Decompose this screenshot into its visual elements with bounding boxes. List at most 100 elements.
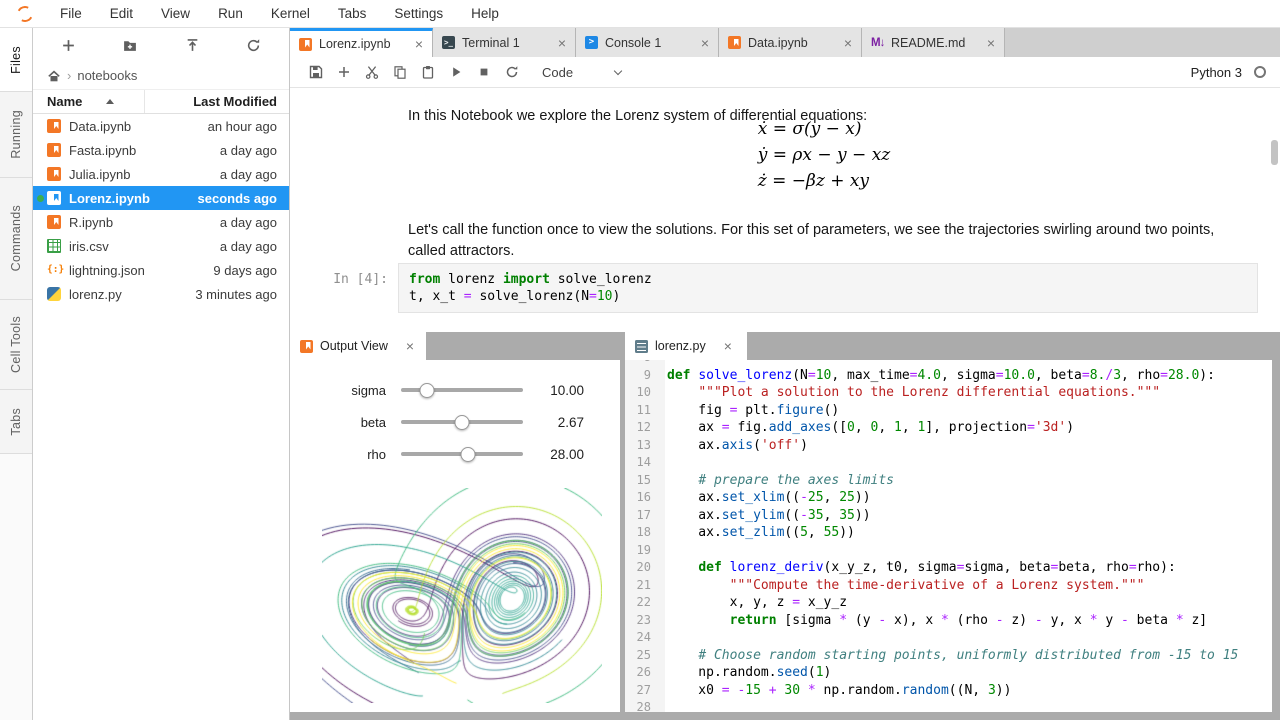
menu-item[interactable]: Settings xyxy=(380,6,457,21)
editor-line: 23 return [sigma * (y - x), x * (rho - z… xyxy=(625,612,1272,630)
slider-handle[interactable] xyxy=(461,447,476,462)
sidebar-tab[interactable]: Commands xyxy=(0,178,32,300)
main-tab[interactable]: Terminal 1 xyxy=(433,28,576,57)
file-row[interactable]: R.ipynb a day ago xyxy=(33,210,289,234)
file-row[interactable]: Lorenz.ipynb seconds ago xyxy=(33,186,289,210)
equation-line: ż = −βz + xy xyxy=(758,168,891,194)
menu-item[interactable]: Edit xyxy=(96,6,147,21)
file-browser-toolbar xyxy=(33,28,289,62)
file-type-icon xyxy=(47,167,61,181)
cell-type-dropdown[interactable]: Code xyxy=(542,65,621,80)
kernel-name[interactable]: Python 3 xyxy=(1191,65,1242,80)
line-code: ax.axis('off') xyxy=(658,437,808,455)
line-number: 17 xyxy=(625,507,658,525)
editor-line: 18 ax.set_zlim((5, 55)) xyxy=(625,524,1272,542)
line-number: 12 xyxy=(625,419,658,437)
file-type-icon xyxy=(47,191,61,205)
tab-close-icon[interactable] xyxy=(985,35,997,51)
editor-line: 17 ax.set_ylim((-35, 35)) xyxy=(625,507,1272,525)
copy-cells-button[interactable] xyxy=(386,59,414,85)
tab-close-icon[interactable] xyxy=(722,338,734,354)
slider-value: 2.67 xyxy=(523,415,584,430)
menu-item[interactable]: Run xyxy=(204,6,257,21)
editor-tab-lorenz-py[interactable]: lorenz.py xyxy=(625,332,747,360)
slider-handle[interactable] xyxy=(419,383,434,398)
chevron-down-icon xyxy=(614,66,622,74)
editor-tab-label: lorenz.py xyxy=(655,339,706,353)
new-folder-button[interactable] xyxy=(120,36,140,55)
file-row[interactable]: lorenz.py 3 minutes ago xyxy=(33,282,289,306)
menu-items: FileEditViewRunKernelTabsSettingsHelp xyxy=(46,0,513,27)
left-activity-bar: Files Running Commands Cell Tools Tabs xyxy=(0,28,33,720)
editor-line: 25 # Choose random starting points, unif… xyxy=(625,647,1272,665)
tab-label: Data.ipynb xyxy=(748,36,842,50)
menu-item[interactable]: Tabs xyxy=(324,6,381,21)
tab-close-icon[interactable] xyxy=(556,35,568,51)
line-number: 16 xyxy=(625,489,658,507)
new-launcher-button[interactable] xyxy=(59,36,78,55)
line-number: 21 xyxy=(625,577,658,595)
interrupt-kernel-button[interactable] xyxy=(470,59,498,85)
menu-item[interactable]: View xyxy=(147,6,204,21)
tab-label: Console 1 xyxy=(605,36,699,50)
tab-close-icon[interactable] xyxy=(842,35,854,51)
paste-cells-button[interactable] xyxy=(414,59,442,85)
tab-close-icon[interactable] xyxy=(413,36,425,52)
code-cell-editor[interactable]: from lorenz import solve_lorenzt, x_t = … xyxy=(398,263,1258,313)
file-list: Data.ipynb an hour ago Fasta.ipynb a day… xyxy=(33,114,289,306)
column-header-name[interactable]: Name xyxy=(33,90,145,113)
breadcrumb-separator-icon xyxy=(61,68,77,83)
file-row[interactable]: lightning.json 9 days ago xyxy=(33,258,289,282)
restart-kernel-button[interactable] xyxy=(498,59,526,85)
tab-label: README.md xyxy=(891,36,985,50)
slider-track[interactable] xyxy=(401,415,523,430)
sidebar-tab[interactable]: Cell Tools xyxy=(0,300,32,390)
slider-handle[interactable] xyxy=(455,415,470,430)
menu-item[interactable]: Help xyxy=(457,6,513,21)
cut-cells-button[interactable] xyxy=(358,59,386,85)
menu-item[interactable]: File xyxy=(46,6,96,21)
main-tab[interactable]: Lorenz.ipynb xyxy=(290,28,433,57)
line-code: np.random.seed(1) xyxy=(658,664,831,682)
line-number: 9 xyxy=(625,367,658,385)
file-row[interactable]: iris.csv a day ago xyxy=(33,234,289,258)
notebook-scrollbar-thumb[interactable] xyxy=(1271,140,1278,165)
output-view-tab[interactable]: Output View xyxy=(290,332,426,360)
sidebar-tab[interactable]: Tabs xyxy=(0,390,32,454)
line-number: 22 xyxy=(625,594,658,612)
tab-close-icon[interactable] xyxy=(699,35,711,51)
save-button[interactable] xyxy=(302,59,330,85)
tab-close-icon[interactable] xyxy=(404,338,416,354)
editor-line: 20 def lorenz_deriv(x_y_z, t0, sigma=sig… xyxy=(625,559,1272,577)
editor-line: 28 xyxy=(625,699,1272,712)
refresh-button[interactable] xyxy=(244,36,263,55)
equation-block: ẋ = σ(y − x)ẏ = ρx − y − xzż = −βz + xy xyxy=(408,116,1240,194)
upload-button[interactable] xyxy=(183,36,202,55)
file-name: R.ipynb xyxy=(69,215,220,230)
run-cell-button[interactable] xyxy=(442,59,470,85)
slider-track[interactable] xyxy=(401,383,523,398)
main-tab[interactable]: Data.ipynb xyxy=(719,28,862,57)
main-tab[interactable]: README.md xyxy=(862,28,1005,57)
kernel-status-icon xyxy=(1254,66,1266,78)
file-modified: a day ago xyxy=(220,239,289,254)
main-tab[interactable]: Console 1 xyxy=(576,28,719,57)
file-row[interactable]: Julia.ipynb a day ago xyxy=(33,162,289,186)
sidebar-tab[interactable]: Running xyxy=(0,92,32,178)
code-editor[interactable]: 8 9 def solve_lorenz(N=10, max_time=4.0,… xyxy=(625,360,1272,712)
file-name: lorenz.py xyxy=(69,287,195,302)
insert-cell-button[interactable] xyxy=(330,59,358,85)
menu-item[interactable]: Kernel xyxy=(257,6,324,21)
file-type-icon xyxy=(47,263,61,277)
file-row[interactable]: Fasta.ipynb a day ago xyxy=(33,138,289,162)
line-code: ax.set_xlim((-25, 25)) xyxy=(658,489,871,507)
home-icon[interactable] xyxy=(47,69,61,83)
file-row[interactable]: Data.ipynb an hour ago xyxy=(33,114,289,138)
line-number: 28 xyxy=(625,699,658,712)
file-list-header: Name Last Modified xyxy=(33,89,289,114)
breadcrumb-folder[interactable]: notebooks xyxy=(77,68,137,83)
sidebar-tab-label: Files xyxy=(9,46,23,74)
column-header-modified[interactable]: Last Modified xyxy=(145,94,289,109)
slider-track[interactable] xyxy=(401,447,523,462)
sidebar-tab[interactable]: Files xyxy=(0,28,32,92)
